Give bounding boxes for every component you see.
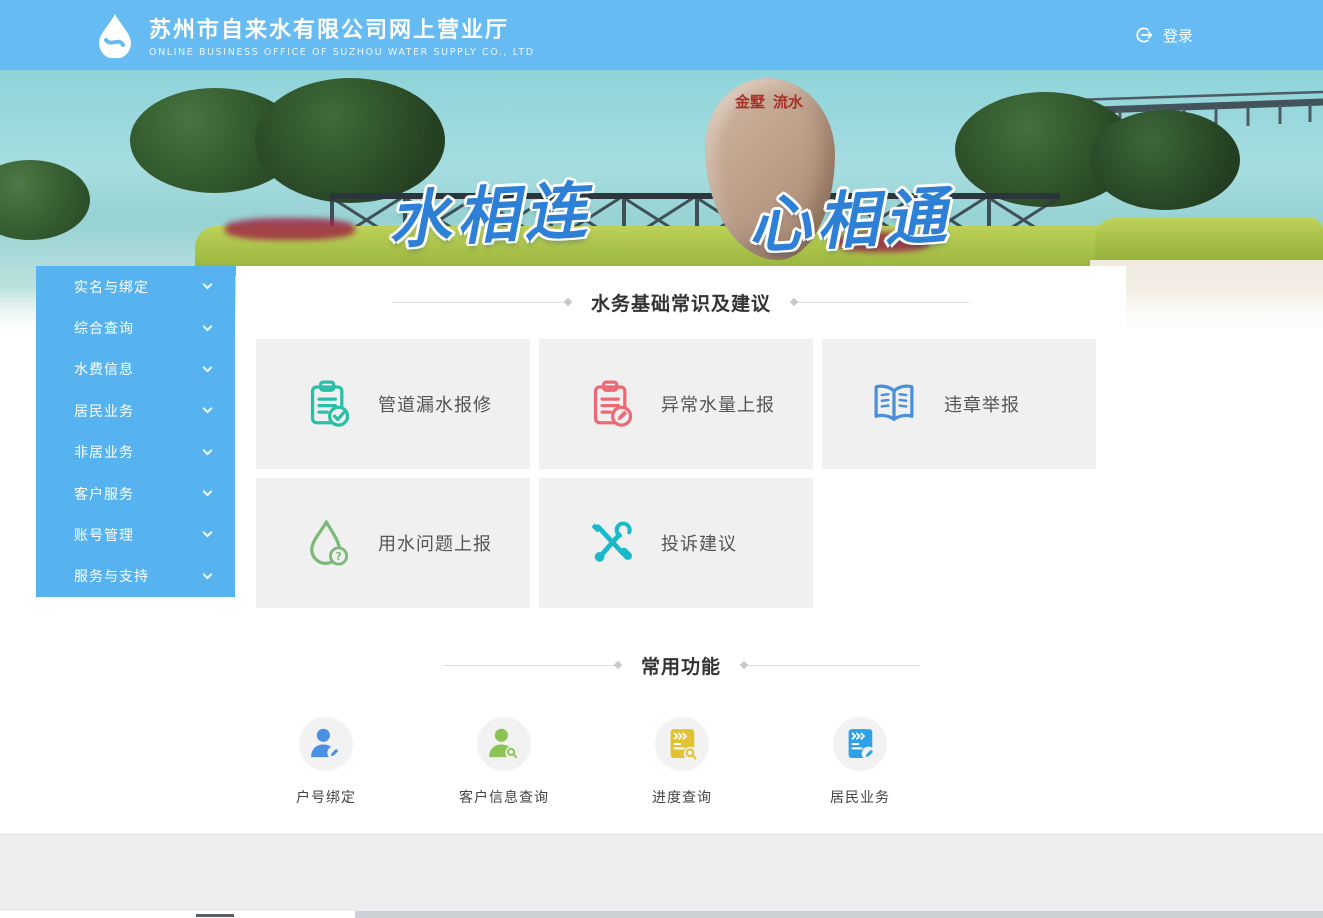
chevron-down-icon xyxy=(202,362,213,373)
chevron-down-icon xyxy=(202,403,213,414)
chevron-down-icon xyxy=(202,486,213,497)
title-decor-line-left xyxy=(392,297,573,307)
diamond-ornament xyxy=(739,660,749,670)
section-title-common: 常用功能 xyxy=(236,652,1126,679)
logo: 苏州市自来水有限公司网上营业厅 ONLINE BUSINESS OFFICE O… xyxy=(95,12,535,58)
bush-left-edge xyxy=(0,160,90,240)
card-label: 投诉建议 xyxy=(661,534,737,555)
chevron-down-icon xyxy=(202,445,213,456)
sidebar-item-water-fee-info[interactable]: 水费信息 xyxy=(36,349,235,390)
water-drop-logo-icon xyxy=(99,14,131,58)
sidebar-item-label: 居民业务 xyxy=(74,403,134,420)
user-edit-icon xyxy=(311,728,341,760)
card-violation-report[interactable]: 违章举报 xyxy=(822,339,1096,469)
card-label: 异常水量上报 xyxy=(661,395,775,416)
quicklink-label: 居民业务 xyxy=(830,790,890,806)
login-button[interactable]: 登录 xyxy=(1134,0,1193,70)
quicklink-label: 户号绑定 xyxy=(296,790,356,806)
chevron-down-icon xyxy=(202,527,213,538)
sidebar-item-customer-service[interactable]: 客户服务 xyxy=(36,473,235,514)
stone-inscription-col2: 流水 xyxy=(773,93,804,111)
sidebar-item-realname-binding[interactable]: 实名与绑定 xyxy=(36,266,235,307)
tools-icon xyxy=(591,521,632,562)
main-panel: 水务基础常识及建议 管道漏水报修 异常水量上报 违章举报 ? 用水问题上报 投诉… xyxy=(236,266,1126,833)
title-decor-line-right xyxy=(739,660,919,670)
footer-band xyxy=(0,833,1323,911)
title-decor-line-left xyxy=(442,660,623,670)
site-title: 苏州市自来水有限公司网上营业厅 xyxy=(149,18,510,43)
icon-circle xyxy=(655,717,709,771)
flowerbed-left xyxy=(225,218,355,240)
sidebar-item-service-support[interactable]: 服务与支持 xyxy=(36,556,235,597)
diamond-ornament xyxy=(789,297,799,307)
quicklink-progress-query[interactable]: 进度查询 xyxy=(593,717,771,807)
icon-circle xyxy=(833,717,887,771)
hero-slogan-left: 水相连 xyxy=(386,173,595,258)
stone-inscription: 金墅 流水 xyxy=(735,92,803,112)
page: 苏州市自来水有限公司网上营业厅 ONLINE BUSINESS OFFICE O… xyxy=(0,0,1323,918)
sidebar-item-label: 实名与绑定 xyxy=(74,279,149,296)
chevron-down-icon xyxy=(202,279,213,290)
card-complaints-suggestions[interactable]: 投诉建议 xyxy=(539,478,813,608)
clipboard-check-icon xyxy=(310,380,350,427)
sidebar-item-label: 非居业务 xyxy=(74,445,134,462)
section1-title: 水务基础常识及建议 xyxy=(590,293,771,315)
hero-slogan-right: 心相通 xyxy=(746,178,955,263)
quicklink-account-binding[interactable]: 户号绑定 xyxy=(237,717,415,807)
card-label: 违章举报 xyxy=(944,395,1020,416)
open-book-icon xyxy=(874,384,914,422)
card-water-problem-report[interactable]: ? 用水问题上报 xyxy=(256,478,530,608)
hedge-right xyxy=(1095,218,1323,262)
section2-title: 常用功能 xyxy=(640,656,721,678)
sidebar-item-label: 客户服务 xyxy=(74,486,134,503)
quicklink-label: 进度查询 xyxy=(652,790,712,806)
resident-business-icon xyxy=(848,729,876,761)
chevron-down-icon xyxy=(202,569,213,580)
card-label: 用水问题上报 xyxy=(378,534,492,555)
scrollbar-track[interactable] xyxy=(355,911,1323,918)
diamond-ornament xyxy=(563,297,573,307)
clipboard-edit-icon xyxy=(593,380,633,427)
service-cards: 管道漏水报修 异常水量上报 违章举报 ? 用水问题上报 投诉建议 xyxy=(256,339,1106,608)
title-decor-line-right xyxy=(789,297,969,307)
top-header: 苏州市自来水有限公司网上营业厅 ONLINE BUSINESS OFFICE O… xyxy=(0,0,1323,70)
diamond-ornament xyxy=(613,660,623,670)
horizontal-scrollbar[interactable] xyxy=(0,911,1323,918)
card-abnormal-water-report[interactable]: 异常水量上报 xyxy=(539,339,813,469)
quicklink-resident-business[interactable]: 居民业务 xyxy=(771,717,949,807)
svg-text:?: ? xyxy=(336,551,342,563)
chevron-down-icon xyxy=(202,321,213,332)
quicklink-label: 客户信息查询 xyxy=(459,790,549,806)
user-search-icon xyxy=(489,728,519,760)
site-subtitle: ONLINE BUSINESS OFFICE OF SUZHOU WATER S… xyxy=(149,47,535,58)
section-title-knowledge: 水务基础常识及建议 xyxy=(236,289,1126,316)
tree-right-2 xyxy=(1090,110,1240,210)
sidebar-item-account-management[interactable]: 账号管理 xyxy=(36,514,235,555)
card-pipeline-leak-repair[interactable]: 管道漏水报修 xyxy=(256,339,530,469)
progress-search-icon xyxy=(670,729,698,761)
site-title-block: 苏州市自来水有限公司网上营业厅 ONLINE BUSINESS OFFICE O… xyxy=(149,12,535,58)
sidebar-item-label: 账号管理 xyxy=(74,527,134,544)
sidebar-item-label: 服务与支持 xyxy=(74,569,149,586)
waterdrop-question-icon: ? xyxy=(310,520,349,566)
scrollbar-thumb[interactable] xyxy=(196,914,234,917)
icon-circle xyxy=(299,717,353,771)
quicklink-customer-info-query[interactable]: 客户信息查询 xyxy=(415,717,593,807)
sidebar-item-comprehensive-query[interactable]: 综合查询 xyxy=(36,307,235,348)
card-label: 管道漏水报修 xyxy=(378,395,492,416)
sidebar-item-label: 水费信息 xyxy=(74,362,134,379)
login-arrow-icon xyxy=(1136,27,1153,43)
icon-circle xyxy=(477,717,531,771)
quick-links: 户号绑定 客户信息查询 进度查询 居民业务 xyxy=(237,717,1126,807)
stone-inscription-col1: 金墅 xyxy=(735,93,766,111)
sidebar-menu: 实名与绑定 综合查询 水费信息 居民业务 非居业务 客户服务 账号管理 服务与支… xyxy=(36,266,235,597)
sidebar-item-nonresident-business[interactable]: 非居业务 xyxy=(36,432,235,473)
sidebar-item-label: 综合查询 xyxy=(74,321,134,338)
login-label: 登录 xyxy=(1162,26,1193,45)
sidebar-item-resident-business[interactable]: 居民业务 xyxy=(36,390,235,431)
